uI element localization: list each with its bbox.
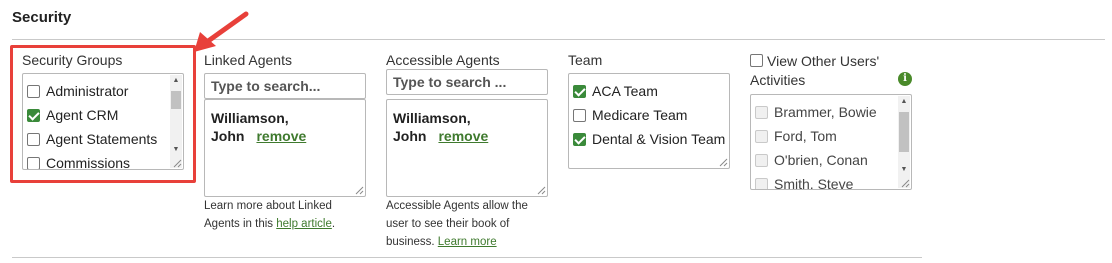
checkbox[interactable] bbox=[573, 132, 586, 146]
linked-agents-box[interactable]: Williamson, John remove bbox=[204, 99, 366, 197]
list-item-label: Brammer, Bowie bbox=[774, 104, 877, 120]
remove-accessible-agent-link[interactable]: remove bbox=[438, 128, 488, 144]
help-article-link[interactable]: help article bbox=[276, 218, 332, 230]
learn-more-link[interactable]: Learn more bbox=[438, 236, 497, 248]
user-brammer-bowie: Brammer, Bowie bbox=[755, 102, 877, 122]
resize-grip-icon[interactable] bbox=[354, 185, 364, 195]
team-dental-vision[interactable]: Dental & Vision Team bbox=[573, 129, 725, 149]
checkbox bbox=[755, 153, 768, 167]
linked-agents-help: Learn more about Linked Agents in this h… bbox=[204, 197, 364, 233]
linked-agents-search-input[interactable] bbox=[204, 73, 366, 99]
info-icon[interactable]: i bbox=[898, 72, 912, 86]
help-text-suffix: . bbox=[331, 218, 336, 230]
team-list[interactable]: ACA Team Medicare Team Dental & Vision T… bbox=[568, 73, 730, 169]
agent-name-first: Williamson, bbox=[393, 110, 471, 126]
arrow-annotation-icon bbox=[194, 11, 249, 52]
remove-linked-agent-link[interactable]: remove bbox=[256, 128, 306, 144]
section-title: Security bbox=[12, 9, 72, 26]
team-label: Team bbox=[568, 52, 603, 68]
linked-agents-label: Linked Agents bbox=[204, 52, 292, 68]
checkbox[interactable] bbox=[573, 108, 586, 122]
resize-grip-icon[interactable] bbox=[536, 185, 546, 195]
checkbox bbox=[755, 105, 768, 119]
agent-name-last: John bbox=[211, 128, 245, 144]
agent-name-first: Williamson, bbox=[211, 110, 289, 126]
list-item-label: O'brien, Conan bbox=[774, 152, 868, 168]
list-item-label: Ford, Tom bbox=[774, 128, 837, 144]
resize-grip-icon[interactable] bbox=[900, 178, 910, 188]
section-divider bbox=[12, 39, 1105, 40]
scroll-up-icon[interactable]: ▲ bbox=[898, 96, 910, 108]
checkbox[interactable] bbox=[573, 84, 586, 98]
view-other-users-toggle[interactable]: View Other Users' Activities bbox=[750, 52, 900, 90]
user-ford-tom: Ford, Tom bbox=[755, 126, 837, 146]
scrollbar[interactable]: ▲ ▼ bbox=[898, 96, 910, 188]
accessible-agents-search-input[interactable] bbox=[386, 69, 548, 95]
user-smith-steve: Smith, Steve bbox=[755, 174, 854, 190]
highlight-box bbox=[10, 45, 196, 183]
list-item-label: Dental & Vision Team bbox=[592, 131, 726, 147]
linked-agent-entry: Williamson, John remove bbox=[211, 109, 306, 145]
checkbox bbox=[755, 177, 768, 189]
accessible-agent-entry: Williamson, John remove bbox=[393, 109, 488, 145]
checkbox bbox=[755, 129, 768, 143]
list-item-label: ACA Team bbox=[592, 83, 658, 99]
accessible-agents-label: Accessible Agents bbox=[386, 52, 500, 68]
view-other-users-label: View Other Users' Activities bbox=[750, 53, 880, 88]
scroll-thumb[interactable] bbox=[899, 112, 909, 152]
section-bottom-divider bbox=[12, 257, 922, 258]
agent-name-last: John bbox=[393, 128, 427, 144]
list-item-label: Medicare Team bbox=[592, 107, 688, 123]
scroll-down-icon[interactable]: ▼ bbox=[898, 164, 910, 176]
team-aca[interactable]: ACA Team bbox=[573, 81, 658, 101]
other-users-list[interactable]: Brammer, Bowie Ford, Tom O'brien, Conan … bbox=[750, 94, 912, 190]
accessible-agents-help: Accessible Agents allow the user to see … bbox=[386, 197, 536, 251]
list-item-label: Smith, Steve bbox=[774, 176, 854, 190]
user-obrien-conan: O'brien, Conan bbox=[755, 150, 868, 170]
accessible-agents-box[interactable]: Williamson, John remove bbox=[386, 99, 548, 197]
team-medicare[interactable]: Medicare Team bbox=[573, 105, 687, 125]
view-other-users-checkbox[interactable] bbox=[750, 54, 763, 67]
resize-grip-icon[interactable] bbox=[718, 157, 728, 167]
